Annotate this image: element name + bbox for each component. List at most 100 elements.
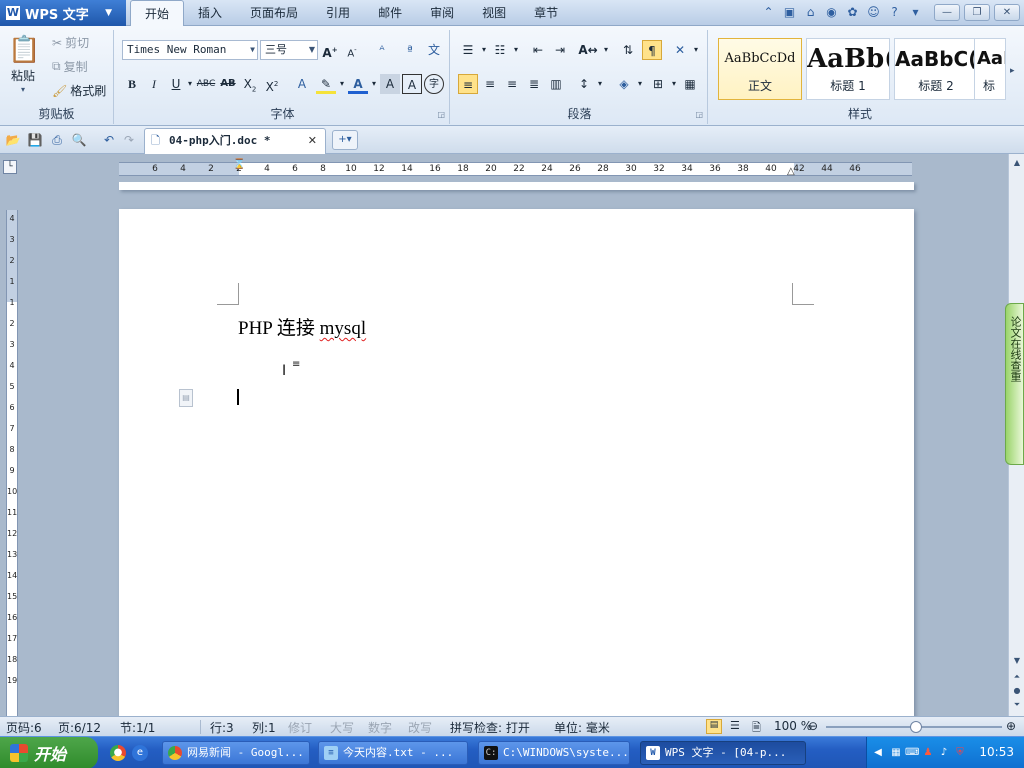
bold-icon[interactable]: B xyxy=(122,74,142,94)
justify-icon[interactable]: ≣ xyxy=(524,74,544,94)
tray-qq-icon[interactable]: ♟ xyxy=(921,746,935,760)
styles-scroll-icon[interactable]: ▸ xyxy=(1010,66,1015,76)
document-heading[interactable]: PHP 连接 mysql xyxy=(238,313,366,340)
double-strike-icon[interactable]: AB xyxy=(218,74,238,94)
ie-icon[interactable]: e xyxy=(132,745,148,761)
paste-button[interactable]: 📋 粘贴 ▾ xyxy=(8,34,40,94)
chevron-down-icon[interactable]: ▾ xyxy=(630,74,650,94)
zoom-slider-thumb[interactable] xyxy=(910,721,922,733)
save-icon[interactable]: 💾 xyxy=(26,131,44,149)
outline-view-icon[interactable]: ☰ xyxy=(730,719,740,732)
tab-view[interactable]: 视图 xyxy=(468,0,520,26)
print-icon[interactable]: ⎙ xyxy=(48,131,66,149)
minimize-icon[interactable]: — xyxy=(934,4,960,21)
status-page-number[interactable]: 页码:6 xyxy=(6,719,42,736)
tray-shield-icon[interactable]: ⛨ xyxy=(953,746,967,760)
plagiarism-check-tab[interactable]: 论文在线查重 xyxy=(1005,303,1024,465)
shrink-font-icon[interactable]: A- xyxy=(342,40,362,60)
first-line-indent-icon[interactable]: ⌛ xyxy=(233,160,245,178)
next-page-icon[interactable]: ⏷ xyxy=(1010,698,1024,712)
plant-icon[interactable]: ✿ xyxy=(844,4,861,21)
chevron-down-icon[interactable]: ▾ xyxy=(596,40,616,60)
task-notepad[interactable]: ≡ 今天内容.txt - ... xyxy=(318,741,468,765)
sort-icon[interactable]: ⇅ xyxy=(618,40,638,60)
document-tab[interactable]: 🗋 04-php入门.doc * ✕ xyxy=(144,128,326,154)
help-icon[interactable]: ? xyxy=(886,4,903,21)
status-spellcheck[interactable]: 拼写检查: 打开 xyxy=(450,719,530,736)
status-row[interactable]: 行:3 xyxy=(210,719,234,736)
zoom-out-icon[interactable]: ⊖ xyxy=(808,719,818,733)
char-border-icon[interactable]: 文 xyxy=(424,40,444,60)
tab-chapter[interactable]: 章节 xyxy=(520,0,572,26)
tray-network-icon[interactable]: ⌨ xyxy=(905,746,919,760)
copy-button[interactable]: ⧉ 复制 xyxy=(52,58,88,75)
tab-references[interactable]: 引用 xyxy=(312,0,364,26)
increase-indent-icon[interactable]: ⇥ xyxy=(550,40,570,60)
new-tab-button[interactable]: +▾ xyxy=(332,130,358,150)
status-unit[interactable]: 单位: 毫米 xyxy=(554,719,610,736)
align-right-icon[interactable]: ≡ xyxy=(502,74,522,94)
status-revise[interactable]: 修订 xyxy=(288,719,312,736)
font-size-select[interactable]: 三号 ▼ xyxy=(260,40,318,60)
style-normal[interactable]: AaBbCcDd 正文 xyxy=(718,38,802,100)
char-shading-icon[interactable]: A xyxy=(380,74,400,94)
scroll-down-icon[interactable]: ▼ xyxy=(1010,654,1024,668)
undo-icon[interactable]: ↶ xyxy=(100,131,118,149)
tab-review[interactable]: 审阅 xyxy=(416,0,468,26)
enclose-char-icon[interactable]: 字 xyxy=(424,74,444,94)
window-switch-icon[interactable]: ▣ xyxy=(781,4,798,21)
format-painter-button[interactable]: 🖌 格式刷 xyxy=(52,82,106,99)
dialog-launcher-icon[interactable]: ◲ xyxy=(437,110,445,119)
clock[interactable]: 10:53 xyxy=(979,745,1014,759)
paragraph-handle-icon[interactable]: ▤ xyxy=(179,389,193,407)
restore-icon[interactable]: ❐ xyxy=(964,4,990,21)
start-button[interactable]: ■ 开始 xyxy=(0,737,98,768)
subscript-icon[interactable]: X2 xyxy=(240,74,260,94)
page-view-icon[interactable]: ▤ xyxy=(706,719,722,734)
cut-button[interactable]: ✂ 剪切 xyxy=(52,34,89,51)
document-page[interactable]: PHP 连接 mysql I ≡ ▤ xyxy=(119,209,914,716)
grow-font-icon[interactable]: A+ xyxy=(320,40,340,60)
italic-icon[interactable]: I xyxy=(144,74,164,94)
char-scale-icon[interactable]: A↔ xyxy=(578,40,598,60)
char-border-box-icon[interactable]: A xyxy=(402,74,422,94)
task-wps[interactable]: W WPS 文字 - [04-p... xyxy=(640,741,806,765)
clear-format-icon[interactable]: ᴬ xyxy=(372,40,392,60)
tab-stop-selector[interactable]: └ xyxy=(3,160,17,174)
task-cmd[interactable]: C: C:\WINDOWS\syste... xyxy=(478,741,630,765)
right-indent-icon[interactable]: △ xyxy=(787,166,795,177)
status-column[interactable]: 列:1 xyxy=(252,719,276,736)
close-tab-icon[interactable]: ✕ xyxy=(308,129,317,153)
user-icon[interactable]: ☺ xyxy=(865,4,882,21)
style-heading-3[interactable]: AaI 标 xyxy=(974,38,1006,100)
status-page[interactable]: 页:6/12 xyxy=(58,719,101,736)
open-folder-icon[interactable]: 📂 xyxy=(4,131,22,149)
redo-icon[interactable]: ↷ xyxy=(120,131,138,149)
decrease-indent-icon[interactable]: ⇤ xyxy=(528,40,548,60)
previous-page-icon[interactable]: ⏶ xyxy=(1010,670,1024,684)
show-marks-icon[interactable]: ¶ xyxy=(642,40,662,60)
chevron-down-icon[interactable]: ▾ xyxy=(590,74,610,94)
vertical-ruler[interactable]: 4 3 2 1 1 2 3 4 5 6 7 8 9 10 11 12 13 14 15 16 17 18 19 xyxy=(6,210,18,718)
misspelled-word[interactable]: mysql xyxy=(320,318,366,339)
text-effect-icon[interactable]: A xyxy=(292,74,312,94)
tab-home[interactable]: 开始 xyxy=(130,0,185,27)
superscript-icon[interactable]: X2 xyxy=(262,74,282,94)
print-preview-icon[interactable]: 🔍 xyxy=(70,131,88,149)
tray-expand-icon[interactable]: ◀ xyxy=(871,746,885,760)
select-browse-icon[interactable]: ● xyxy=(1010,684,1024,698)
style-heading-1[interactable]: AaBb( 标题 1 xyxy=(806,38,890,100)
zoom-in-icon[interactable]: ⊕ xyxy=(1006,719,1016,733)
close-icon[interactable]: ✕ xyxy=(994,4,1020,21)
scroll-up-icon[interactable]: ▲ xyxy=(1010,156,1024,170)
status-zoom[interactable]: 100 % xyxy=(774,719,812,733)
chevron-down-icon[interactable]: ▾ xyxy=(686,40,706,60)
tray-film-icon[interactable]: ▦ xyxy=(889,746,903,760)
help-dropdown-icon[interactable]: ▾ xyxy=(907,4,924,21)
home-icon[interactable]: ⌂ xyxy=(802,4,819,21)
horizontal-ruler[interactable]: 6 4 2 2 4 6 8 10 12 14 16 18 20 22 24 26 28 30 32 34 36 38 40 4… xyxy=(119,160,912,178)
font-family-select[interactable]: Times New Roman ▼ xyxy=(122,40,258,60)
collapse-ribbon-icon[interactable]: ⌃ xyxy=(760,4,777,21)
align-center-icon[interactable]: ≡ xyxy=(480,74,500,94)
table-icon[interactable]: ▦ xyxy=(680,74,700,94)
